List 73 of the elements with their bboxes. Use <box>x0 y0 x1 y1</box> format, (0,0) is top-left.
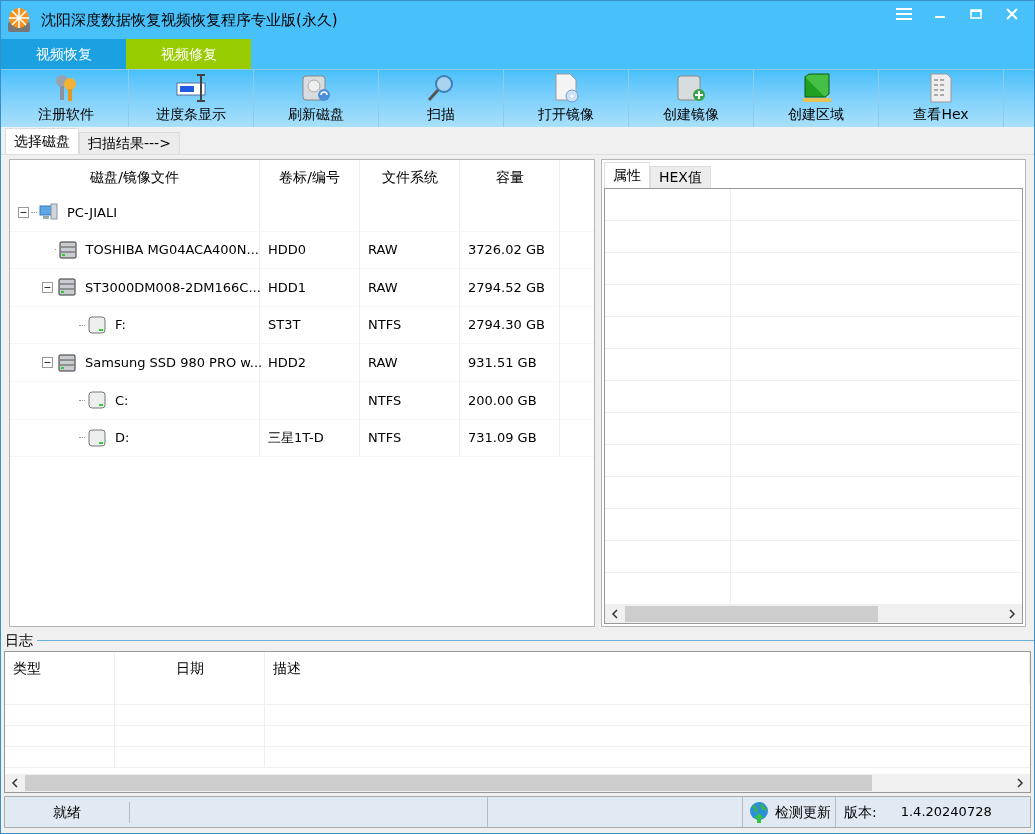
toolbar-button[interactable]: 打开镜像 <box>504 70 629 127</box>
tree-item-label[interactable]: D: <box>115 428 130 448</box>
column-header[interactable]: 文件系统 <box>360 160 460 194</box>
globe-icon <box>747 800 771 824</box>
volume-icon <box>87 390 107 411</box>
computer-icon <box>39 202 59 223</box>
column-header[interactable]: 容量 <box>460 160 560 194</box>
toolbar-button[interactable]: 注册软件 <box>4 70 129 127</box>
table-cell-text: 2794.52 GB <box>468 278 545 297</box>
hard-drive-icon <box>57 239 78 260</box>
tree-item-label[interactable]: ST3000DM008-2DM166C... <box>85 277 261 298</box>
version-number: 1.4.20240728 <box>899 803 993 822</box>
table-cell-text: HDD1 <box>268 278 307 297</box>
window-title: 沈阳深度数据恢复视频恢复程序专业版(永久) <box>41 9 339 31</box>
app-logo-icon <box>5 6 33 34</box>
table-cell-text: 931.51 GB <box>468 353 537 372</box>
tree-item-label[interactable]: F: <box>115 315 126 335</box>
table-cell-text: 3726.02 GB <box>468 241 545 260</box>
scrollbar-thumb[interactable] <box>625 606 878 622</box>
scroll-right-icon[interactable] <box>1014 777 1026 789</box>
volume-icon <box>87 315 107 336</box>
drive-refresh-icon <box>300 72 332 104</box>
details-tab[interactable]: HEX值 <box>650 166 711 188</box>
version-label: 版本: <box>843 802 878 822</box>
scrollbar-thumb[interactable] <box>25 775 873 791</box>
collapse-icon[interactable] <box>18 206 29 218</box>
status-text: 就绪 <box>5 801 130 823</box>
toolbar-button[interactable]: 刷新磁盘 <box>254 70 379 127</box>
view-tab[interactable]: 选择磁盘 <box>5 128 79 154</box>
log-title: 日志 <box>4 630 34 650</box>
hard-drive-icon <box>57 277 77 298</box>
table-cell-text: RAW <box>368 241 398 260</box>
toolbar-button[interactable]: 创建镜像 <box>629 70 754 127</box>
tree-item-label[interactable]: TOSHIBA MG04ACA400N... <box>85 240 259 260</box>
column-header[interactable]: 卷标/编号 <box>260 160 360 194</box>
cube-icon <box>800 72 832 104</box>
scroll-right-icon[interactable] <box>1006 608 1018 620</box>
volume-icon <box>87 427 107 448</box>
toolbar-button[interactable]: 创建区域 <box>754 70 879 127</box>
table-cell-text: 731.09 GB <box>468 429 537 448</box>
toolbar-button[interactable]: 扫描 <box>379 70 504 127</box>
table-cell-text: NTFS <box>368 429 402 448</box>
column-header[interactable]: 日期 <box>115 652 265 684</box>
table-cell-text: RAW <box>368 353 398 372</box>
view-tab[interactable]: 扫描结果---> <box>79 132 180 154</box>
table-cell-text: HDD2 <box>268 353 307 372</box>
check-update-button[interactable]: 检测更新 <box>743 797 836 827</box>
tree-item-label[interactable]: Samsung SSD 980 PRO w... <box>85 352 263 373</box>
column-header[interactable]: 描述 <box>265 652 1030 684</box>
column-header[interactable]: 磁盘/镜像文件 <box>10 160 260 194</box>
tree-item-label[interactable]: PC-JIALI <box>67 202 117 223</box>
table-cell-text: ST3T <box>268 316 301 335</box>
table-cell-text: HDD0 <box>268 241 307 260</box>
table-cell-text: NTFS <box>368 391 402 410</box>
hard-drive-icon <box>57 352 77 373</box>
table-cell-text: 三星1T-D <box>268 429 324 448</box>
scroll-left-icon[interactable] <box>9 777 21 789</box>
table-cell-text: RAW <box>368 278 398 297</box>
table-cell-text: NTFS <box>368 316 402 335</box>
progress-bar-icon <box>175 72 207 104</box>
horizontal-scrollbar[interactable] <box>605 605 1022 623</box>
collapse-icon[interactable] <box>42 357 53 369</box>
table-cell-text: 2794.30 GB <box>468 316 545 335</box>
toolbar-button[interactable]: 查看Hex <box>879 70 1004 127</box>
tree-item-label[interactable]: C: <box>115 390 129 410</box>
collapse-icon[interactable] <box>42 282 53 293</box>
details-tab[interactable]: 属性 <box>604 162 650 188</box>
horizontal-scrollbar[interactable] <box>5 774 1030 792</box>
table-cell-text: 200.00 GB <box>468 391 537 410</box>
toolbar-button[interactable]: 进度条显示 <box>129 70 254 127</box>
scroll-left-icon[interactable] <box>609 608 621 620</box>
column-header[interactable]: 类型 <box>5 652 115 684</box>
drive-plus-icon <box>675 72 707 104</box>
